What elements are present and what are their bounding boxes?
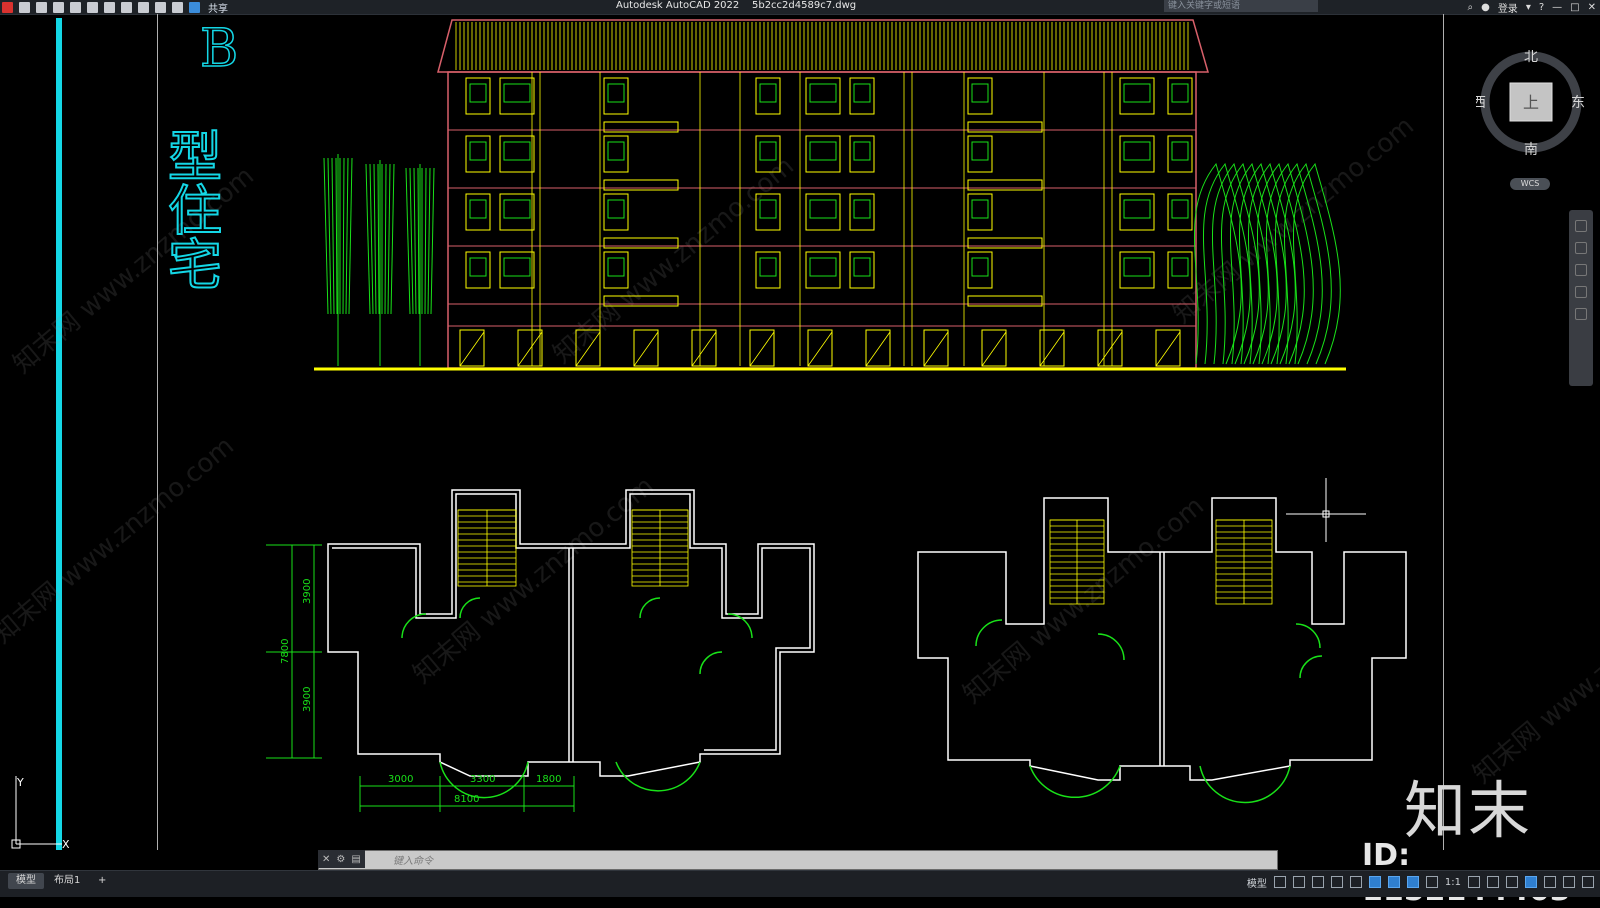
tab-layout1[interactable]: 布局1	[46, 873, 88, 889]
grid-icon[interactable]	[1273, 876, 1286, 888]
drawing-title-letter: B	[200, 19, 238, 79]
recent-commands-icon[interactable]: ▤	[351, 854, 360, 865]
web-save-icon[interactable]	[104, 1, 115, 13]
annotation-monitor-icon[interactable]	[1487, 876, 1499, 888]
orbit-icon[interactable]	[1575, 286, 1587, 298]
save-as-icon[interactable]	[70, 1, 81, 13]
maximize-icon[interactable]: □	[1570, 2, 1579, 13]
cart-icon[interactable]: ▾	[1526, 2, 1531, 13]
dim-left-2: 3900	[302, 687, 313, 712]
viewcube-south[interactable]: 南	[1524, 142, 1538, 158]
ortho-icon[interactable]	[1311, 876, 1324, 888]
new-file-icon[interactable]	[19, 1, 30, 13]
annotation-scale[interactable]: 1:1	[1445, 877, 1461, 888]
watermark-logo: 知末	[1404, 774, 1533, 847]
title-bar: 共享 Autodesk AutoCAD 2022 5b2cc2d4589c7.d…	[0, 0, 1600, 15]
dim-left-1: 3900	[302, 579, 313, 604]
pan-icon[interactable]	[1575, 242, 1587, 254]
command-line[interactable]: 键入命令	[318, 850, 1278, 870]
zoom-extents-icon[interactable]	[1575, 264, 1587, 276]
ucs-x-label: X	[62, 838, 70, 851]
open-file-icon[interactable]	[36, 1, 47, 13]
isodraft-icon[interactable]	[1349, 876, 1362, 888]
navigation-bar	[1569, 210, 1593, 386]
login-label[interactable]: 登录	[1498, 0, 1518, 15]
dim-bottom-3: 1800	[536, 774, 561, 785]
object-snap-tracking-icon[interactable]	[1368, 876, 1381, 888]
command-line-tools: ✕ ⚙ ▤	[318, 850, 365, 868]
object-snap-icon[interactable]	[1387, 876, 1400, 888]
search-input[interactable]: 键入关键字或短语	[1164, 0, 1318, 12]
share-label[interactable]: 共享	[208, 0, 228, 15]
crosshair-cursor	[1286, 478, 1366, 542]
share-icon[interactable]	[189, 1, 200, 13]
dim-bottom-1: 3000	[388, 774, 413, 785]
undo-icon[interactable]	[138, 1, 149, 13]
quick-access-toolbar: 共享	[2, 0, 228, 15]
viewcube-west[interactable]: 西	[1472, 95, 1486, 111]
status-bar: 模型 布局1 + 模型 1:1	[0, 870, 1600, 897]
window-title: Autodesk AutoCAD 2022 5b2cc2d4589c7.dwg	[616, 0, 857, 11]
annotation-visibility-icon[interactable]	[1406, 876, 1419, 888]
building-elevation	[314, 19, 1346, 371]
title-bar-right: ⌕ ● 登录 ▾ ? — □ ✕	[1467, 0, 1596, 15]
dim-left-total: 7800	[280, 639, 291, 664]
auto-scale-icon[interactable]	[1425, 876, 1438, 888]
clean-screen-icon[interactable]	[1563, 876, 1575, 888]
steering-wheel-icon[interactable]	[1575, 220, 1587, 232]
minimize-icon[interactable]: —	[1552, 2, 1562, 13]
ucs-y-label: Y	[16, 776, 24, 789]
dim-bottom-2: 3300	[470, 774, 495, 785]
hardware-accel-icon[interactable]	[1544, 876, 1556, 888]
isolate-objects-icon[interactable]	[1525, 876, 1537, 888]
close-icon[interactable]: ✕	[1588, 2, 1596, 13]
viewcube-face-top[interactable]: 上	[1523, 93, 1539, 112]
viewcube[interactable]: 北 南 东 西 上	[1472, 49, 1586, 160]
tab-model[interactable]: 模型	[8, 873, 44, 889]
search-icon[interactable]: ⌕	[1467, 2, 1473, 13]
floor-plan-left	[327, 489, 815, 799]
redo-icon[interactable]	[155, 1, 166, 13]
snap-icon[interactable]	[1292, 876, 1305, 888]
command-input[interactable]: 键入命令	[393, 852, 433, 867]
workspace-switch-icon[interactable]	[1468, 876, 1480, 888]
customization-menu-icon[interactable]	[1582, 876, 1594, 888]
showmotion-icon[interactable]	[1575, 308, 1587, 320]
dim-bottom-total: 8100	[454, 794, 479, 805]
add-layout-button[interactable]: +	[90, 873, 114, 889]
workspace-icon[interactable]	[172, 1, 183, 13]
drawing-title-text: 型住宅	[159, 128, 222, 290]
close-icon[interactable]: ✕	[322, 854, 330, 865]
help-icon[interactable]: ?	[1539, 2, 1544, 13]
polar-icon[interactable]	[1330, 876, 1343, 888]
customize-icon[interactable]: ⚙	[336, 854, 345, 865]
drawing-canvas[interactable]: B 型住宅 3900 7800 3900 3000 3300 1800 8100…	[0, 14, 1600, 870]
viewcube-north[interactable]: 北	[1524, 49, 1538, 65]
save-icon[interactable]	[53, 1, 64, 13]
floor-plan-right	[917, 497, 1407, 804]
plot-icon[interactable]	[121, 1, 132, 13]
status-bar-tools: 模型 1:1	[1247, 873, 1594, 891]
units-icon[interactable]	[1506, 876, 1518, 888]
viewcube-east[interactable]: 东	[1571, 95, 1585, 111]
user-icon[interactable]: ●	[1481, 2, 1490, 13]
model-space-label[interactable]: 模型	[1247, 875, 1267, 890]
web-open-icon[interactable]	[87, 1, 98, 13]
wcs-dropdown[interactable]: WCS	[1510, 178, 1550, 190]
autocad-logo-icon[interactable]	[2, 1, 13, 13]
